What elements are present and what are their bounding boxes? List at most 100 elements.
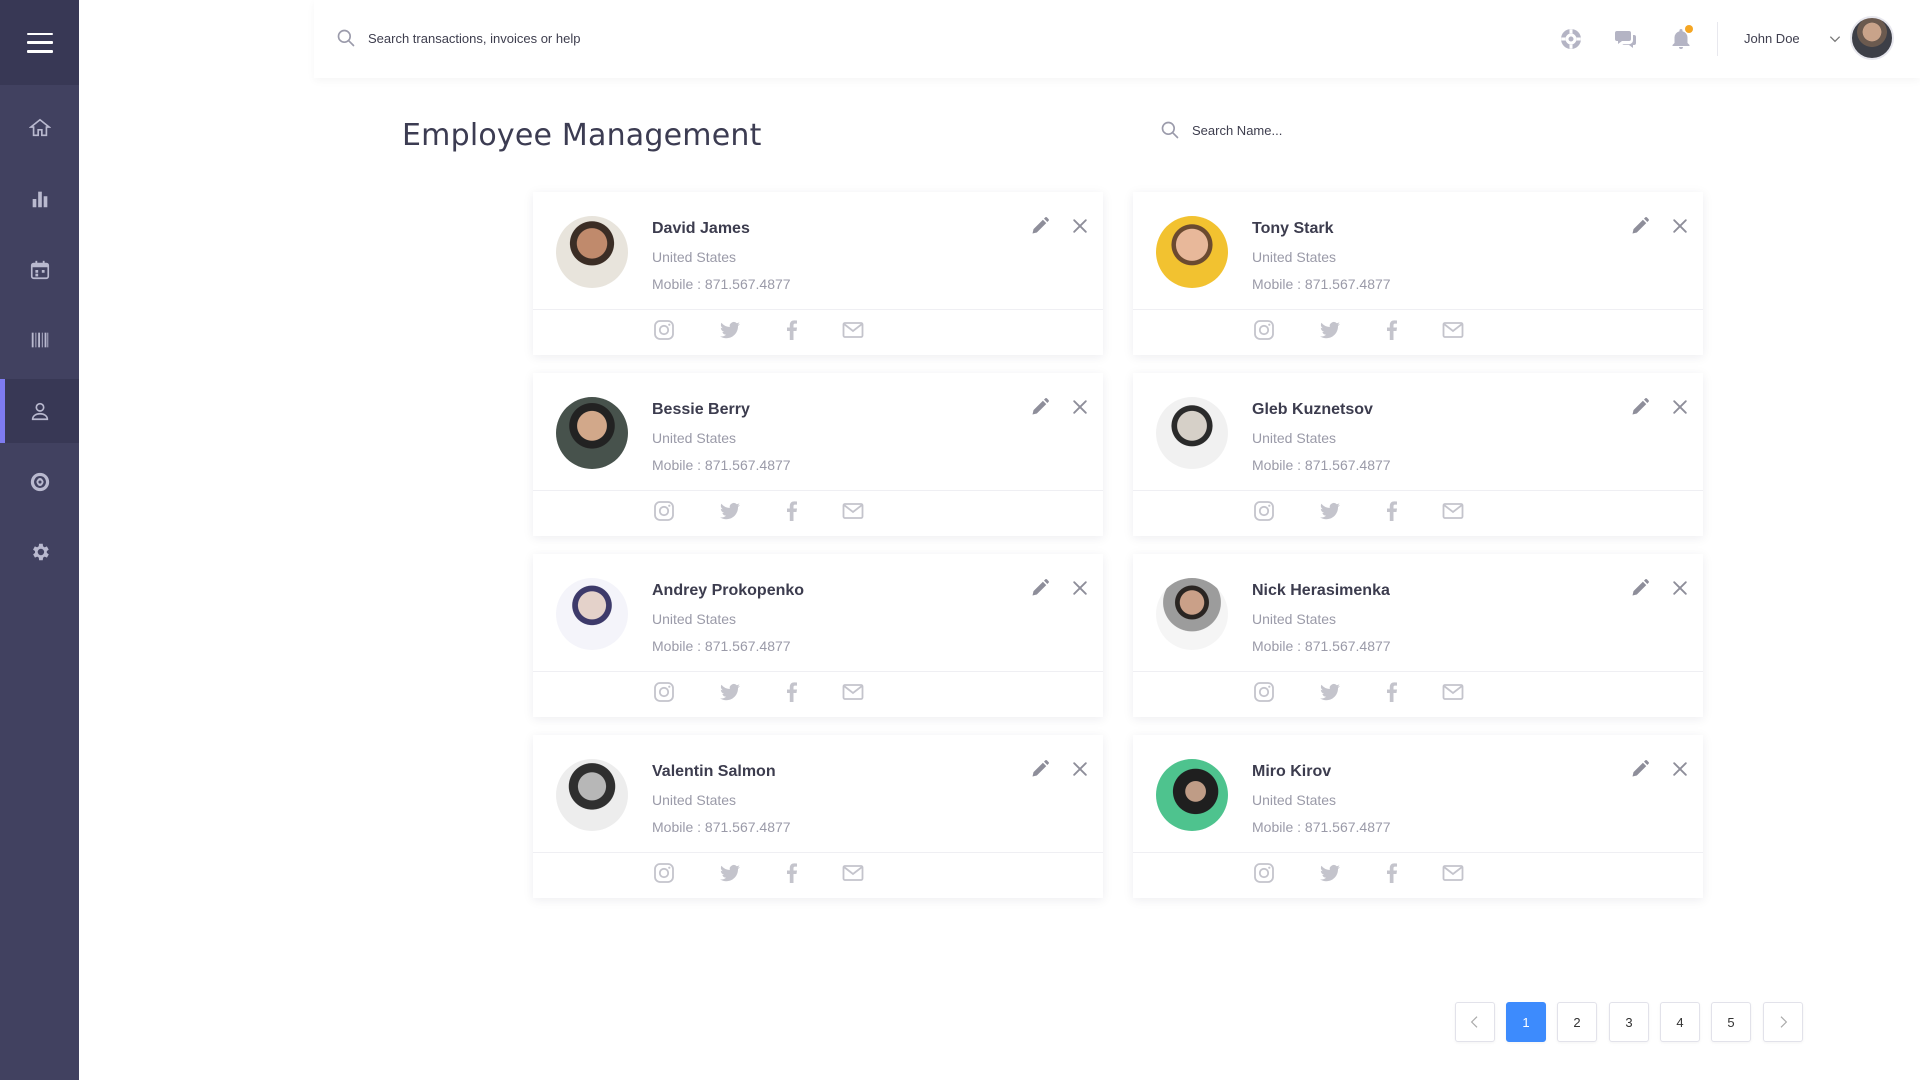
instagram-link[interactable] bbox=[1252, 499, 1276, 523]
facebook-link[interactable] bbox=[1380, 861, 1404, 885]
support-button[interactable] bbox=[1559, 27, 1583, 51]
employee-country: United States bbox=[1252, 249, 1337, 265]
sidebar-item-analytics[interactable] bbox=[0, 167, 79, 231]
card-divider bbox=[533, 671, 1103, 672]
close-icon[interactable] bbox=[1070, 216, 1090, 236]
instagram-link[interactable] bbox=[652, 499, 676, 523]
sidebar-item-calendar[interactable] bbox=[0, 238, 79, 302]
page-1-button[interactable]: 1 bbox=[1506, 1002, 1546, 1042]
close-icon[interactable] bbox=[1670, 397, 1690, 417]
close-icon[interactable] bbox=[1670, 759, 1690, 779]
top-bar: Search transactions, invoices or help Jo… bbox=[314, 0, 1920, 78]
pencil-icon[interactable] bbox=[1630, 578, 1650, 598]
twitter-link[interactable] bbox=[718, 680, 742, 704]
employee-photo bbox=[556, 216, 628, 288]
close-icon[interactable] bbox=[1070, 397, 1090, 417]
global-search[interactable]: Search transactions, invoices or help bbox=[336, 28, 580, 48]
instagram-link[interactable] bbox=[1252, 861, 1276, 885]
card-divider bbox=[533, 852, 1103, 853]
pencil-icon[interactable] bbox=[1030, 216, 1050, 236]
facebook-link[interactable] bbox=[1380, 318, 1404, 342]
email-link[interactable] bbox=[1441, 861, 1465, 885]
lifebuoy-icon bbox=[1561, 29, 1581, 49]
facebook-link[interactable] bbox=[780, 861, 804, 885]
email-link[interactable] bbox=[841, 499, 865, 523]
email-link[interactable] bbox=[841, 861, 865, 885]
gear-icon bbox=[32, 543, 49, 561]
user-name[interactable]: John Doe bbox=[1744, 31, 1800, 46]
twitter-link[interactable] bbox=[1318, 499, 1342, 523]
pencil-icon[interactable] bbox=[1030, 578, 1050, 598]
messages-button[interactable] bbox=[1614, 27, 1638, 51]
pencil-icon[interactable] bbox=[1630, 216, 1650, 236]
twitter-link[interactable] bbox=[1318, 861, 1342, 885]
user-avatar[interactable] bbox=[1850, 16, 1894, 60]
twitter-link[interactable] bbox=[1318, 680, 1342, 704]
facebook-link[interactable] bbox=[1380, 499, 1404, 523]
sidebar-item-settings[interactable] bbox=[0, 520, 79, 584]
employee-mobile: Mobile : 871.567.4877 bbox=[652, 457, 791, 473]
twitter-link[interactable] bbox=[1318, 318, 1342, 342]
card-divider bbox=[533, 490, 1103, 491]
notifications-button[interactable] bbox=[1669, 25, 1693, 51]
employee-card: David James United States Mobile : 871.567… bbox=[533, 192, 1103, 355]
facebook-link[interactable] bbox=[780, 680, 804, 704]
email-icon bbox=[842, 322, 864, 338]
instagram-link[interactable] bbox=[652, 680, 676, 704]
pencil-icon[interactable] bbox=[1630, 397, 1650, 417]
calendar-icon bbox=[30, 260, 49, 280]
instagram-link[interactable] bbox=[1252, 318, 1276, 342]
employee-photo bbox=[1156, 578, 1228, 650]
prev-page-button[interactable] bbox=[1455, 1002, 1495, 1042]
employee-name: Gleb Kuznetsov bbox=[1252, 401, 1373, 418]
employee-country: United States bbox=[652, 249, 737, 265]
twitter-icon bbox=[1320, 683, 1340, 701]
twitter-link[interactable] bbox=[718, 861, 742, 885]
facebook-link[interactable] bbox=[1380, 680, 1404, 704]
employee-country: United States bbox=[1252, 611, 1337, 627]
twitter-icon bbox=[1320, 864, 1340, 882]
sidebar-item-barcode[interactable] bbox=[0, 308, 79, 372]
twitter-icon bbox=[1320, 502, 1340, 520]
email-link[interactable] bbox=[1441, 499, 1465, 523]
email-link[interactable] bbox=[1441, 318, 1465, 342]
instagram-link[interactable] bbox=[652, 318, 676, 342]
instagram-icon bbox=[1254, 863, 1274, 883]
instagram-link[interactable] bbox=[1252, 680, 1276, 704]
sidebar-item-employees[interactable] bbox=[0, 379, 79, 443]
employee-card: Nick Herasimenka United States Mobile : 87… bbox=[1133, 554, 1703, 717]
name-search[interactable]: Search Name... bbox=[1160, 120, 1282, 140]
menu-toggle-button[interactable] bbox=[0, 0, 79, 85]
twitter-link[interactable] bbox=[718, 318, 742, 342]
chevron-down-icon[interactable] bbox=[1828, 32, 1842, 46]
twitter-link[interactable] bbox=[718, 499, 742, 523]
page-2-button[interactable]: 2 bbox=[1557, 1002, 1597, 1042]
email-link[interactable] bbox=[841, 680, 865, 704]
email-link[interactable] bbox=[1441, 680, 1465, 704]
bar-chart-icon bbox=[32, 191, 47, 208]
instagram-link[interactable] bbox=[652, 861, 676, 885]
page-title: Employee Management bbox=[402, 118, 762, 153]
close-icon[interactable] bbox=[1070, 578, 1090, 598]
global-search-input[interactable]: Search transactions, invoices or help bbox=[368, 31, 580, 46]
page-3-button[interactable]: 3 bbox=[1609, 1002, 1649, 1042]
name-search-input[interactable]: Search Name... bbox=[1192, 123, 1282, 138]
facebook-link[interactable] bbox=[780, 499, 804, 523]
close-icon[interactable] bbox=[1070, 759, 1090, 779]
pencil-icon[interactable] bbox=[1030, 397, 1050, 417]
pencil-icon[interactable] bbox=[1630, 759, 1650, 779]
sidebar-item-support[interactable] bbox=[0, 450, 79, 514]
page-5-button[interactable]: 5 bbox=[1711, 1002, 1751, 1042]
pencil-icon[interactable] bbox=[1030, 759, 1050, 779]
facebook-icon bbox=[787, 320, 797, 340]
sidebar bbox=[0, 0, 79, 1080]
close-icon[interactable] bbox=[1670, 216, 1690, 236]
email-link[interactable] bbox=[841, 318, 865, 342]
next-page-button[interactable] bbox=[1763, 1002, 1803, 1042]
employee-name: Bessie Berry bbox=[652, 401, 750, 418]
card-divider bbox=[1133, 852, 1703, 853]
sidebar-item-home[interactable] bbox=[0, 96, 79, 160]
close-icon[interactable] bbox=[1670, 578, 1690, 598]
page-4-button[interactable]: 4 bbox=[1660, 1002, 1700, 1042]
facebook-link[interactable] bbox=[780, 318, 804, 342]
